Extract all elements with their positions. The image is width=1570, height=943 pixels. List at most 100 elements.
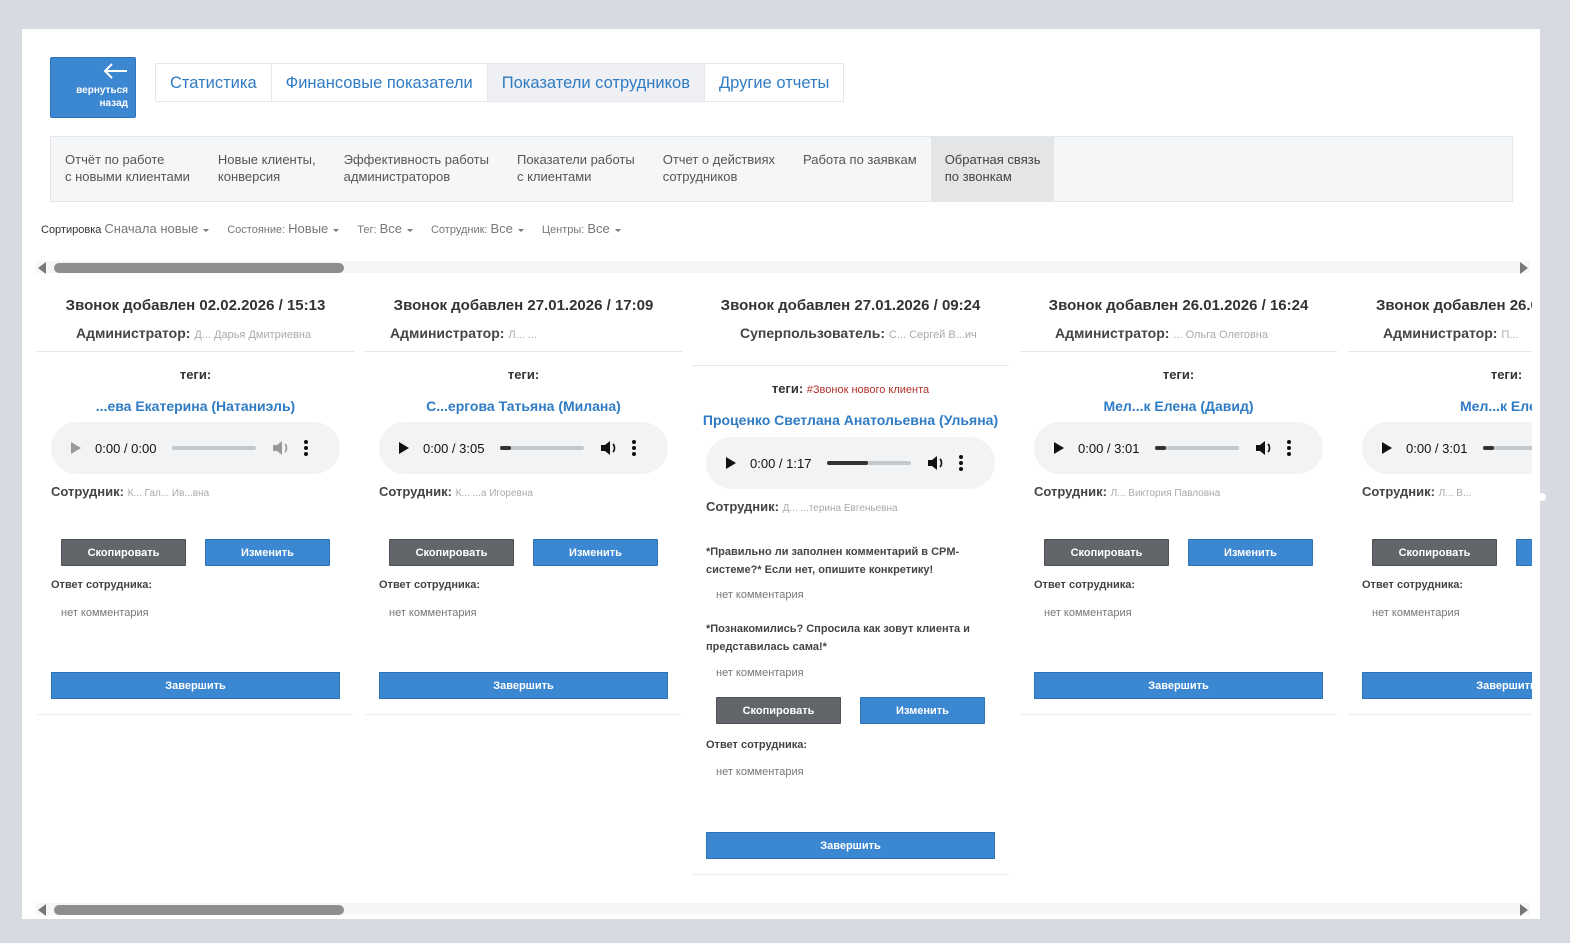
play-icon[interactable] (71, 442, 81, 454)
edit-button[interactable]: Изменить (205, 539, 330, 566)
subtab-new-clients-conversion[interactable]: Новые клиенты, конверсия (204, 137, 330, 201)
audio-progress (827, 461, 868, 465)
volume-icon[interactable] (1255, 440, 1273, 456)
copy-button[interactable]: Скопировать (1044, 539, 1169, 566)
filter-sort[interactable]: Сортировка Сначала новые (41, 221, 210, 236)
call-card-role: Администратор: Л... ... (390, 325, 537, 341)
filter-tag[interactable]: Тег: Все (357, 221, 413, 236)
tab-financial[interactable]: Финансовые показатели (272, 64, 488, 101)
audio-seek-bar[interactable] (500, 446, 585, 450)
finish-button[interactable]: Завершить (1034, 672, 1323, 699)
back-button[interactable]: вернуться назад (50, 57, 136, 118)
play-icon[interactable] (1054, 442, 1064, 454)
audio-player[interactable]: 0:00 / 1:17 (706, 437, 995, 489)
divider (37, 351, 354, 352)
edit-button[interactable]: Изменить (533, 539, 658, 566)
audio-player[interactable]: 0:00 / 3:05 (379, 422, 668, 474)
more-options-icon[interactable] (304, 440, 309, 456)
audio-seek-bar[interactable] (1155, 446, 1240, 450)
employee-answer-label: Ответ сотрудника: (706, 739, 808, 751)
subtab-new-clients-work[interactable]: Отчёт по работе с новыми клиентами (51, 137, 204, 201)
copy-button[interactable]: Скопировать (1372, 539, 1497, 566)
volume-icon[interactable] (927, 455, 945, 471)
scroll-left-arrow-icon[interactable] (38, 904, 46, 916)
employee-row: Сотрудник: К... Гал... Ив...вна (51, 484, 209, 499)
tags-label: теги: (771, 381, 804, 396)
scroll-right-arrow-icon[interactable] (1520, 262, 1528, 274)
employee-label: Сотрудник: (706, 499, 779, 514)
edit-button[interactable]: Изменить (1188, 539, 1313, 566)
client-link[interactable]: Проценко Светлана Анатольевна (Ульяна) (692, 412, 1009, 428)
finish-button[interactable]: Завершить (1362, 672, 1532, 699)
audio-time: 0:00 / 3:01 (1078, 440, 1140, 456)
role-value: С... Сергей В...ич (888, 329, 977, 341)
play-icon[interactable] (1382, 442, 1392, 454)
tab-statistics[interactable]: Статистика (156, 64, 272, 101)
scroll-right-arrow-icon[interactable] (1520, 904, 1528, 916)
finish-button[interactable]: Завершить (379, 672, 668, 699)
scrollbar-thumb[interactable] (54, 905, 344, 915)
caret-down-icon (333, 228, 340, 232)
copy-button[interactable]: Скопировать (61, 539, 186, 566)
audio-player[interactable]: 0:00 / 3:01 (1362, 422, 1532, 474)
audio-seek-bar[interactable] (172, 446, 257, 450)
copy-button[interactable]: Скопировать (716, 697, 841, 724)
feedback-answer: нет комментария (716, 667, 804, 679)
subtab-staff-actions[interactable]: Отчет о действиях сотрудников (649, 137, 789, 201)
filter-sort-label: Сортировка (41, 224, 102, 236)
finish-button[interactable]: Завершить (706, 832, 995, 859)
employee-answer-label: Ответ сотрудника: (1034, 579, 1136, 591)
call-card-title: Звонок добавлен 02.02.2026 / 15:13 (65, 297, 326, 314)
scrollbar-thumb[interactable] (54, 263, 344, 273)
subtab-client-metrics[interactable]: Показатели работы с клиентами (503, 137, 649, 201)
play-icon[interactable] (726, 457, 736, 469)
client-link[interactable]: ...ева Екатерина (Натаниэль) (37, 398, 354, 414)
scroll-left-arrow-icon[interactable] (38, 262, 46, 274)
copy-button[interactable]: Скопировать (389, 539, 514, 566)
play-icon[interactable] (399, 442, 409, 454)
audio-player[interactable]: 0:00 / 0:00 (51, 422, 340, 474)
role-value: Л... ... (508, 329, 537, 341)
tab-employee-metrics[interactable]: Показатели сотрудников (487, 64, 705, 101)
filter-employee[interactable]: Сотрудник: Все (431, 221, 524, 236)
client-link[interactable]: Мел...к Елена (1348, 398, 1532, 414)
audio-seek-bar[interactable] (827, 461, 912, 465)
filters-bar: Сортировка Сначала новые Состояние: Новые … (41, 221, 639, 236)
call-card-tags: теги: (1020, 367, 1337, 382)
finish-button[interactable]: Завершить (51, 672, 340, 699)
edit-button[interactable]: Изменить (1516, 539, 1532, 566)
filter-state[interactable]: Состояние: Новые (227, 221, 340, 236)
client-link[interactable]: С...ергова Татьяна (Милана) (365, 398, 682, 414)
filter-centers[interactable]: Центры: Все (542, 221, 621, 236)
subtab-requests[interactable]: Работа по заявкам (789, 137, 931, 201)
client-link[interactable]: Мел...к Елена (Давид) (1020, 398, 1337, 414)
tags-label: теги: (1490, 367, 1523, 382)
subtab-call-feedback[interactable]: Обратная связь по звонкам (930, 137, 1055, 201)
audio-time: 0:00 / 3:05 (423, 440, 485, 456)
call-card: Звонок добавлен 26.01.2026 / 16:24 Админ… (1020, 291, 1337, 715)
tag-badge[interactable]: #Звонок нового клиента (807, 384, 929, 396)
audio-seek-bar[interactable] (1483, 446, 1532, 450)
edit-button[interactable]: Изменить (860, 697, 985, 724)
call-card-title: Звонок добавлен 26.01.2026 / 16:24 (1376, 297, 1532, 314)
horizontal-scrollbar-bottom[interactable] (36, 903, 1530, 916)
caret-down-icon (517, 228, 524, 232)
more-options-icon[interactable] (1287, 440, 1292, 456)
audio-progress (1155, 446, 1166, 450)
employee-value: Л... Виктория Павловна (1110, 488, 1221, 499)
horizontal-scrollbar-top[interactable] (36, 261, 1530, 274)
more-options-icon[interactable] (632, 440, 637, 456)
volume-icon[interactable] (600, 440, 618, 456)
audio-time: 0:00 / 3:01 (1406, 440, 1468, 456)
role-value: Д... Дарья Дмитриевна (194, 329, 312, 341)
filter-tag-value: Все (379, 221, 402, 236)
tab-other-reports[interactable]: Другие отчеты (705, 64, 843, 101)
volume-icon[interactable] (272, 440, 290, 456)
subtab-admin-efficiency[interactable]: Эффективность работы администраторов (330, 137, 503, 201)
employee-answer-label: Ответ сотрудника: (1362, 579, 1464, 591)
audio-player[interactable]: 0:00 / 3:01 (1034, 422, 1323, 474)
more-options-icon[interactable] (959, 455, 964, 471)
employee-row: Сотрудник: К... ...а Игоревна (379, 484, 533, 499)
filter-state-value: Новые (288, 221, 329, 236)
call-card-role: Администратор: ... Ольга Олеговна (1055, 325, 1268, 341)
